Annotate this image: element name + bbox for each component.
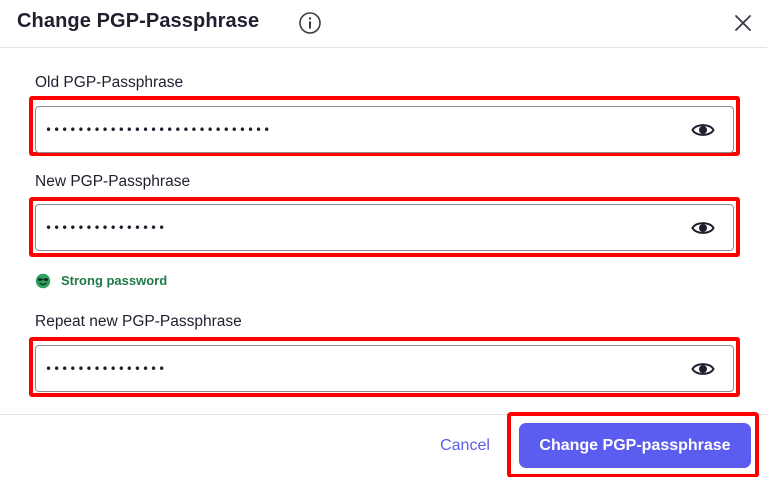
password-strength-text: Strong password [61, 273, 168, 288]
cancel-button[interactable]: Cancel [433, 433, 497, 459]
repeat-passphrase-field [35, 345, 734, 392]
change-passphrase-button[interactable]: Change PGP-passphrase [519, 423, 751, 468]
dialog-title: Change PGP-Passphrase [17, 10, 260, 32]
old-passphrase-field [35, 106, 734, 153]
info-icon[interactable] [298, 11, 322, 35]
repeat-passphrase-input[interactable] [45, 346, 685, 391]
dialog-header: Change PGP-Passphrase [0, 0, 767, 48]
eye-icon[interactable] [691, 217, 715, 239]
repeat-passphrase-label: Repeat new PGP-Passphrase [35, 313, 242, 330]
eye-icon[interactable] [691, 358, 715, 380]
new-passphrase-label: New PGP-Passphrase [35, 173, 191, 190]
eye-icon[interactable] [691, 119, 715, 141]
new-passphrase-input[interactable] [45, 205, 685, 250]
new-passphrase-field [35, 204, 734, 251]
old-passphrase-input[interactable] [45, 107, 685, 152]
dialog-footer: Cancel Change PGP-passphrase [0, 412, 767, 477]
close-icon[interactable] [731, 11, 755, 35]
change-pgp-passphrase-dialog: Change PGP-Passphrase Old PGP-Passphrase… [0, 0, 767, 477]
old-passphrase-label: Old PGP-Passphrase [35, 74, 184, 91]
strong-face-icon [35, 273, 51, 289]
